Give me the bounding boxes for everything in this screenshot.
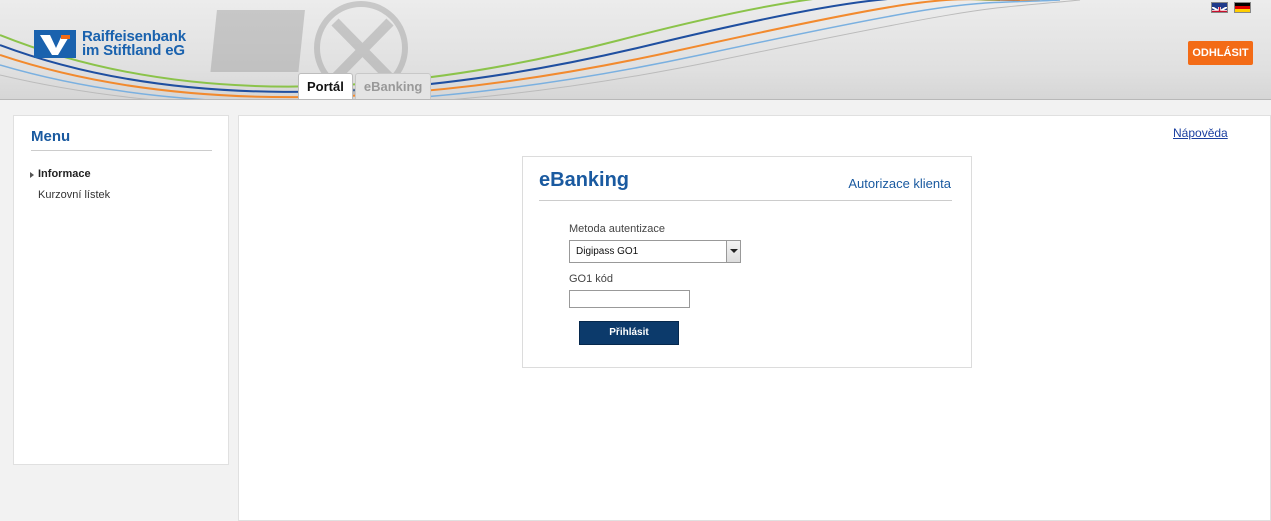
chevron-down-icon xyxy=(726,241,740,262)
sidebar-item-informace[interactable]: Informace xyxy=(30,168,91,180)
header-wave-decoration xyxy=(0,0,1081,99)
language-switcher xyxy=(1211,2,1251,13)
code-input[interactable] xyxy=(569,290,690,308)
login-title: eBanking xyxy=(539,169,630,191)
sidebar-item-label: Kurzovní lístek xyxy=(38,189,111,201)
tab-portal[interactable]: Portál xyxy=(298,73,353,99)
sidebar-item-kurzovni-listek[interactable]: Kurzovní lístek xyxy=(38,189,110,201)
sidebar-item-label: Informace xyxy=(38,168,91,180)
login-divider xyxy=(539,200,952,201)
sidebar-divider xyxy=(31,150,212,151)
main-content: Nápověda eBanking Autorizace klienta Met… xyxy=(238,115,1271,521)
sidebar-menu: Menu Informace Kurzovní lístek xyxy=(13,115,229,465)
logout-button[interactable]: ODHLÁSIT xyxy=(1188,41,1253,65)
sidebar-title: Menu xyxy=(31,128,71,145)
page-header: Raiffeisenbank im Stiftland eG ODHLÁSIT … xyxy=(0,0,1271,100)
raiffeisen-logo-icon xyxy=(34,30,76,58)
main-tabs: Portál eBanking xyxy=(298,73,433,99)
german-flag-icon[interactable] xyxy=(1234,2,1251,13)
auth-method-value: Digipass GO1 xyxy=(576,246,639,257)
help-link[interactable]: Nápověda xyxy=(1173,126,1228,140)
login-panel: eBanking Autorizace klienta Metoda auten… xyxy=(522,156,972,368)
code-label: GO1 kód xyxy=(569,273,614,285)
arrow-right-icon xyxy=(30,172,34,178)
bank-logo[interactable]: Raiffeisenbank im Stiftland eG xyxy=(34,29,186,59)
uk-flag-icon[interactable] xyxy=(1211,2,1228,13)
login-submit-button[interactable]: Přihlásit xyxy=(579,321,679,345)
auth-method-select[interactable]: Digipass GO1 xyxy=(569,240,741,263)
auth-method-label: Metoda autentizace xyxy=(569,223,666,235)
tab-ebanking[interactable]: eBanking xyxy=(354,73,432,99)
logo-name-line2: im Stiftland eG xyxy=(82,42,185,59)
login-subtitle: Autorizace klienta xyxy=(848,176,951,191)
